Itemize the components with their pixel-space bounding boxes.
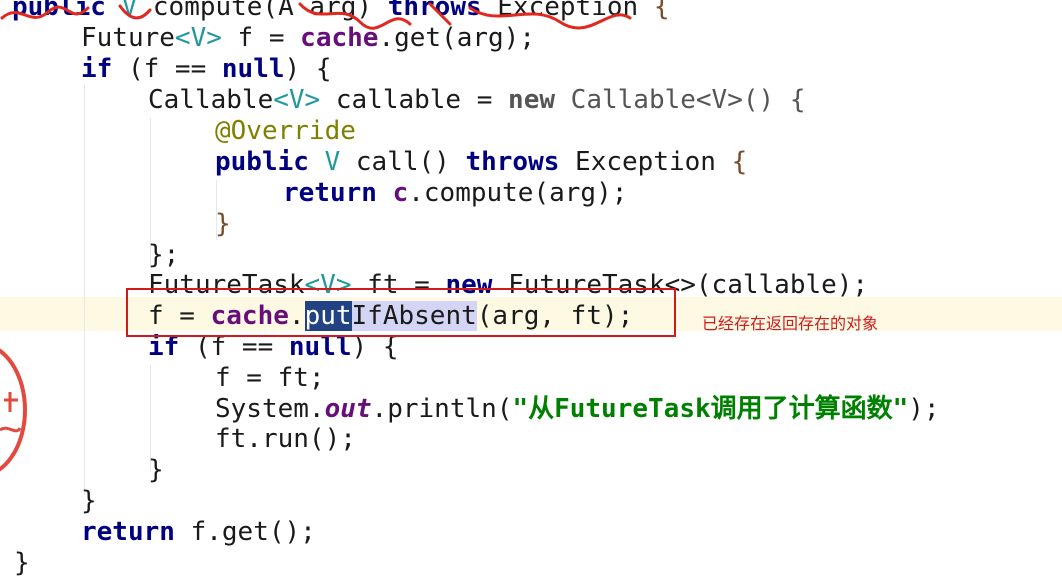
code-line-16: }	[148, 455, 164, 485]
indent-guide	[84, 85, 85, 495]
code-line-6: public V call() throws Exception {	[215, 147, 748, 177]
code-line-13: f = ft;	[215, 363, 325, 393]
code-editor[interactable]: public V compute(A arg) throws Exception…	[0, 0, 1062, 581]
code-line-18: return f.get();	[81, 517, 316, 547]
annotation-note: 已经存在返回存在的对象	[702, 314, 879, 333]
handwritten-scribble	[0, 2, 632, 30]
code-line-7: return c.compute(arg);	[283, 178, 628, 208]
code-line-9: };	[148, 240, 180, 270]
code-line-8: }	[215, 209, 231, 239]
code-line-5: @Override	[215, 116, 356, 146]
code-line-4: Callable<V> callable = new Callable<V>()…	[148, 85, 806, 115]
code-line-19: }	[14, 548, 30, 578]
code-line-15: ft.run();	[215, 424, 356, 454]
code-line-14: System.out.println("从FutureTask调用了计算函数")…	[215, 394, 940, 424]
red-stamp-mark	[0, 348, 27, 472]
code-line-17: }	[81, 486, 97, 516]
code-line-3: if (f == null) {	[81, 54, 332, 84]
annotation-highlight-box	[126, 288, 676, 337]
